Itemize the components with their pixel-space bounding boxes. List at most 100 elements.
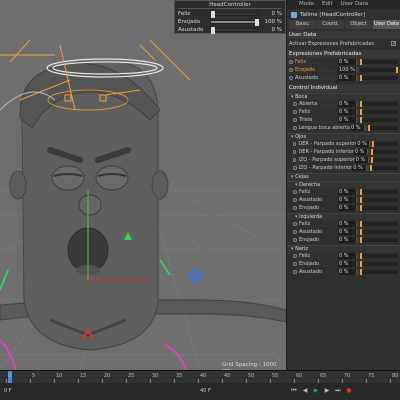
param-slider[interactable]: [372, 141, 399, 147]
slider-knob[interactable]: [372, 141, 375, 147]
param-slider[interactable]: [360, 109, 398, 115]
ceja-izquierda-row[interactable]: Feliz. . . . . . . . . . . . . . . . . .…: [287, 220, 400, 228]
param-slider[interactable]: [360, 261, 398, 267]
group-nariz[interactable]: ▾ Nariz: [287, 245, 400, 252]
3d-viewport[interactable]: HeadController Feliz 0 % Enojado 100 % A…: [0, 0, 286, 370]
param-value-field[interactable]: 0 %: [352, 165, 366, 171]
param-slider[interactable]: [360, 197, 398, 203]
nariz-row[interactable]: Asustado. . . . . . . . . . . . . . . . …: [287, 268, 400, 276]
slider-knob[interactable]: [369, 165, 372, 171]
spinner-arrows-icon[interactable]: [367, 149, 370, 155]
param-slider[interactable]: [370, 149, 398, 155]
param-value-field[interactable]: 0 %: [338, 205, 356, 211]
expresion-row[interactable]: Asustado. . . . . . . . . . . . . . . . …: [287, 74, 400, 82]
ojos-row[interactable]: IZQ - Parpado inferior. . . . . . . . . …: [287, 164, 400, 172]
slider-knob[interactable]: [360, 237, 362, 243]
param-slider[interactable]: [367, 125, 398, 131]
hud-row-enojado[interactable]: Enojado 100 %: [178, 18, 282, 26]
tab-object[interactable]: Object: [345, 20, 372, 29]
param-value-field[interactable]: 0 %: [338, 75, 356, 81]
nariz-row[interactable]: Feliz. . . . . . . . . . . . . . . . . .…: [287, 252, 400, 260]
spinner-arrows-icon[interactable]: [356, 59, 359, 65]
slider-knob[interactable]: [360, 269, 362, 275]
go-start-icon[interactable]: ⏮: [290, 387, 298, 395]
keyframe-dot-icon[interactable]: [293, 166, 297, 170]
activar-checkbox[interactable]: ✓: [391, 41, 396, 47]
param-value-field[interactable]: 0 %: [338, 221, 356, 227]
spinner-arrows-icon[interactable]: [356, 237, 359, 243]
spinner-arrows-icon[interactable]: [356, 205, 359, 211]
keyframe-dot-icon[interactable]: [289, 76, 293, 80]
slider-knob[interactable]: [360, 117, 362, 123]
step-back-icon[interactable]: ◀: [301, 387, 309, 395]
collapse-triangle-icon[interactable]: ▾: [291, 246, 294, 252]
spinner-arrows-icon[interactable]: [367, 157, 371, 163]
spinner-arrows-icon[interactable]: [356, 229, 359, 235]
slider-knob[interactable]: [360, 101, 362, 107]
param-slider[interactable]: [371, 157, 398, 163]
param-slider[interactable]: [360, 117, 398, 123]
slider-knob[interactable]: [360, 229, 362, 235]
keyframe-dot-icon[interactable]: [293, 190, 297, 194]
spinner-arrows-icon[interactable]: [356, 253, 359, 259]
param-value-field[interactable]: 0 %: [338, 59, 356, 65]
slider-knob[interactable]: [360, 261, 362, 267]
param-slider[interactable]: [360, 237, 398, 243]
keyframe-dot-icon[interactable]: [293, 102, 297, 106]
hud-slider[interactable]: [210, 19, 259, 26]
keyframe-dot-icon[interactable]: [293, 150, 297, 154]
ojos-row[interactable]: DER - Parpado inferior. . . . . . . . . …: [287, 148, 400, 156]
param-value-field[interactable]: 0 %: [354, 157, 368, 163]
keyframe-dot-icon[interactable]: [289, 60, 293, 64]
spinner-arrows-icon[interactable]: [356, 197, 359, 203]
param-value-field[interactable]: 0 %: [349, 125, 365, 131]
hud-row-feliz[interactable]: Feliz 0 %: [178, 10, 282, 18]
slider-knob[interactable]: [360, 189, 362, 195]
param-slider[interactable]: [360, 189, 398, 195]
slider-knob[interactable]: [360, 197, 362, 203]
param-slider[interactable]: [360, 75, 398, 81]
slider-knob[interactable]: [360, 59, 362, 65]
spinner-arrows-icon[interactable]: [356, 269, 359, 275]
hud-slider[interactable]: [210, 27, 258, 34]
record-icon[interactable]: ●: [345, 387, 353, 395]
spinner-arrows-icon[interactable]: [356, 109, 359, 115]
menu-mode[interactable]: Mode: [299, 1, 314, 8]
tab-coord[interactable]: Coord.: [317, 20, 344, 29]
frame-current-field[interactable]: 40 F: [200, 388, 211, 394]
param-slider[interactable]: [360, 205, 398, 211]
expresion-row[interactable]: Feliz. . . . . . . . . . . . . . . . . .…: [287, 58, 400, 66]
param-value-field[interactable]: 100 %: [338, 67, 356, 73]
activar-expresiones-row[interactable]: Activar Expresiones Prefabricadas ✓: [287, 39, 400, 48]
ceja-derecha-row[interactable]: Asustado. . . . . . . . . . . . . . . . …: [287, 196, 400, 204]
keyframe-dot-icon[interactable]: [293, 110, 297, 114]
hud-row-asustado[interactable]: Asustado 0 %: [178, 26, 282, 34]
spinner-arrows-icon[interactable]: [356, 101, 359, 107]
param-value-field[interactable]: 0 %: [338, 197, 356, 203]
tab-basic[interactable]: Basic: [289, 20, 316, 29]
tab-user-data[interactable]: User Data: [373, 20, 400, 29]
slider-knob[interactable]: [367, 125, 370, 131]
menu-user-data[interactable]: User Data: [341, 1, 368, 8]
group-derecha[interactable]: ▾ Derecha: [287, 181, 400, 188]
boca-row[interactable]: Lengua boca abierta. . . . . . . . . . .…: [287, 124, 400, 132]
slider-knob[interactable]: [360, 205, 362, 211]
ojos-row[interactable]: IZQ - Parpado superior. . . . . . . . . …: [287, 156, 400, 164]
slider-knob[interactable]: [370, 149, 373, 155]
param-value-field[interactable]: 0 %: [338, 269, 356, 275]
collapse-triangle-icon[interactable]: ▾: [295, 182, 298, 188]
keyframe-dot-icon[interactable]: [293, 126, 297, 130]
param-slider[interactable]: [369, 165, 398, 171]
param-slider[interactable]: [360, 67, 398, 73]
param-value-field[interactable]: 0 %: [338, 189, 356, 195]
timeline-ruler[interactable]: 0 5 10 15 20 25 30 35 40 45 50 55 60 65 70 75 80: [0, 371, 400, 383]
slider-knob[interactable]: [360, 221, 362, 227]
timeline[interactable]: 0 5 10 15 20 25 30 35 40 45 50 55 60 65 70 75 80 0 F 40 …: [0, 370, 400, 400]
collapse-triangle-icon[interactable]: ▾: [291, 174, 294, 180]
keyframe-dot-icon[interactable]: [293, 262, 297, 266]
collapse-triangle-icon[interactable]: ▾: [291, 94, 294, 100]
spinner-arrows-icon[interactable]: [364, 125, 367, 131]
keyframe-dot-icon[interactable]: [293, 222, 297, 226]
param-value-field[interactable]: 0 %: [338, 237, 356, 243]
group-boca[interactable]: ▾ Boca: [287, 93, 400, 100]
